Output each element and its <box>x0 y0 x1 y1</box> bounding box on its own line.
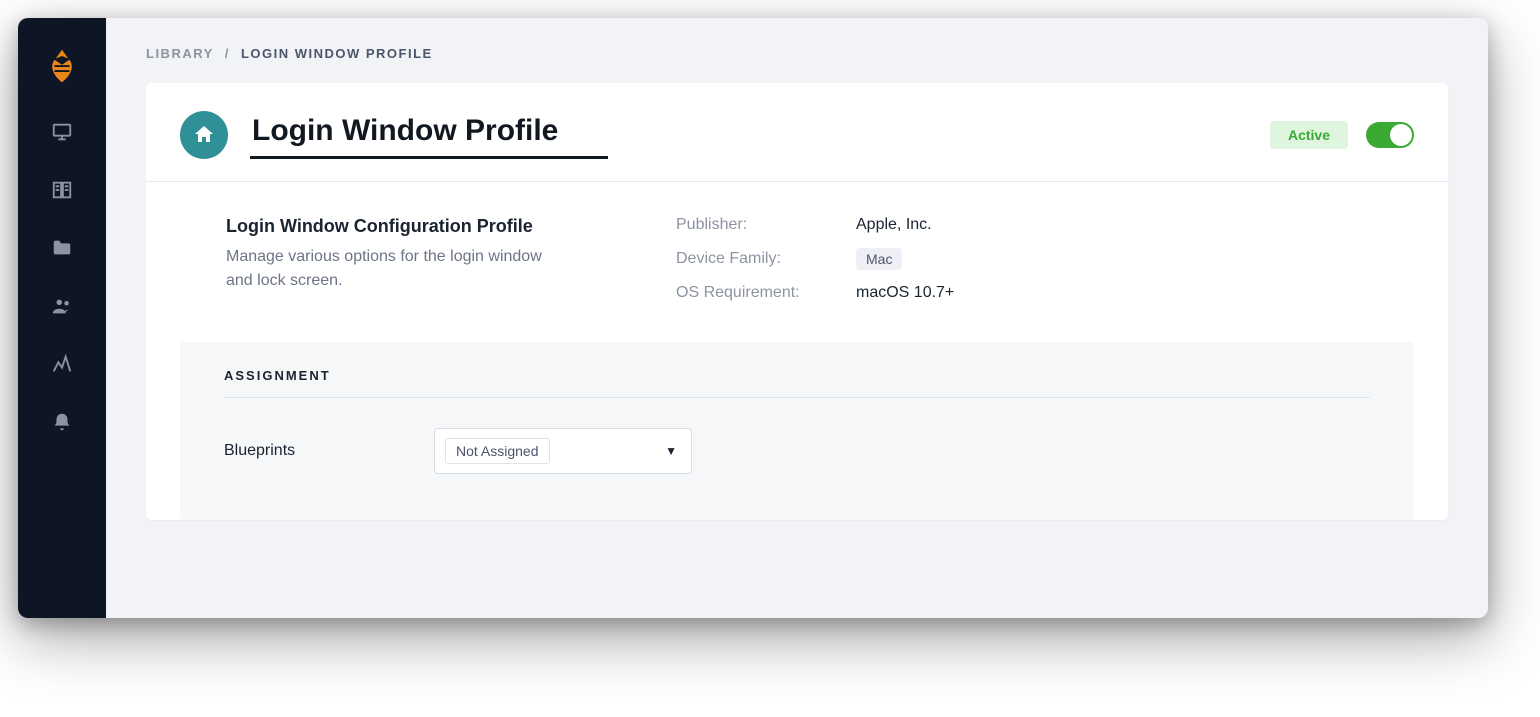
blueprints-label: Blueprints <box>224 442 374 460</box>
app-frame: LIBRARY / LOGIN WINDOW PROFILE Login Win… <box>18 18 1488 618</box>
meta-column: Publisher: Apple, Inc. Device Family: Ma… <box>676 216 1414 302</box>
assignment-section: ASSIGNMENT Blueprints Not Assigned ▼ <box>180 342 1414 520</box>
breadcrumb: LIBRARY / LOGIN WINDOW PROFILE <box>146 46 1448 61</box>
card-header-left: Login Window Profile <box>180 111 608 159</box>
device-family-label: Device Family: <box>676 250 856 268</box>
os-req-value: macOS 10.7+ <box>856 284 1414 302</box>
library-icon[interactable] <box>50 178 74 202</box>
page-title[interactable]: Login Window Profile <box>250 112 608 159</box>
chevron-down-icon: ▼ <box>665 444 677 458</box>
description-column: Login Window Configuration Profile Manag… <box>226 216 646 302</box>
publisher-value: Apple, Inc. <box>856 216 1414 234</box>
users-icon[interactable] <box>50 294 74 318</box>
home-icon <box>180 111 228 159</box>
monitor-icon[interactable] <box>50 120 74 144</box>
bee-logo-icon[interactable] <box>42 46 82 86</box>
breadcrumb-library[interactable]: LIBRARY <box>146 46 214 61</box>
os-req-label: OS Requirement: <box>676 284 856 302</box>
assignment-title: ASSIGNMENT <box>224 368 1370 398</box>
card-body: Login Window Configuration Profile Manag… <box>146 182 1448 342</box>
profile-card: Login Window Profile Active Login Window… <box>146 83 1448 520</box>
folder-icon[interactable] <box>50 236 74 260</box>
breadcrumb-current: LOGIN WINDOW PROFILE <box>241 46 433 61</box>
blueprints-dropdown[interactable]: Not Assigned ▼ <box>434 428 692 474</box>
description-title: Login Window Configuration Profile <box>226 216 646 237</box>
analytics-icon[interactable] <box>50 352 74 376</box>
status-badge: Active <box>1270 121 1348 149</box>
bell-icon[interactable] <box>50 410 74 434</box>
description-text: Manage various options for the login win… <box>226 245 566 293</box>
device-family-chip: Mac <box>856 248 902 270</box>
active-toggle[interactable] <box>1366 122 1414 148</box>
main-content: LIBRARY / LOGIN WINDOW PROFILE Login Win… <box>106 18 1488 618</box>
breadcrumb-separator: / <box>219 46 236 61</box>
assignment-row: Blueprints Not Assigned ▼ <box>224 428 1370 474</box>
sidebar <box>18 18 106 618</box>
publisher-label: Publisher: <box>676 216 856 234</box>
card-header-right: Active <box>1270 121 1414 149</box>
dropdown-selected-value: Not Assigned <box>445 438 550 464</box>
toggle-knob <box>1390 124 1412 146</box>
card-header: Login Window Profile Active <box>146 83 1448 182</box>
